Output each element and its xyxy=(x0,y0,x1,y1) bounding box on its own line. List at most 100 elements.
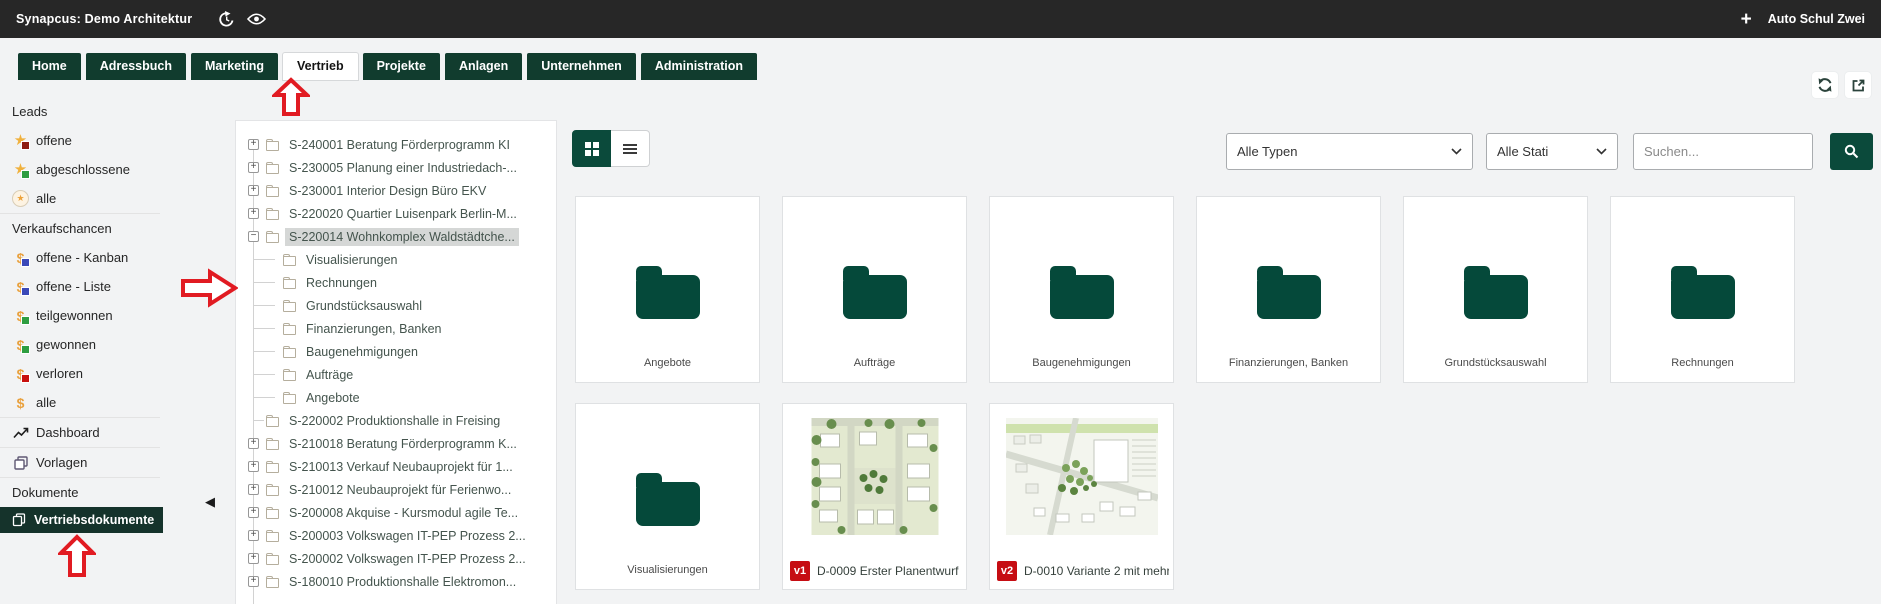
tree-expander-icon[interactable] xyxy=(248,438,259,449)
folder-tile[interactable]: Angebote xyxy=(575,196,760,383)
tree-expander-icon[interactable] xyxy=(248,185,259,196)
list-view-button[interactable] xyxy=(611,130,650,167)
folder-icon xyxy=(266,463,279,473)
sidebar-item-leads-alle[interactable]: ★ alle xyxy=(0,184,170,213)
tree-item[interactable]: Aufträge xyxy=(248,363,552,386)
chevron-down-icon xyxy=(1596,148,1607,155)
tree-expander-icon[interactable] xyxy=(248,162,259,173)
sidebar-item-offene-kanban[interactable]: $ offene - Kanban xyxy=(0,243,170,272)
tree-expander-icon[interactable] xyxy=(248,208,259,219)
tree-expander-icon[interactable] xyxy=(248,461,259,472)
tree-expander-icon[interactable] xyxy=(248,576,259,587)
nav-tab[interactable]: Projekte xyxy=(363,53,440,80)
folder-tile[interactable]: Grundstücksauswahl xyxy=(1403,196,1588,383)
dollar-icon: $ xyxy=(12,336,29,353)
eye-icon[interactable] xyxy=(247,13,266,25)
tree-expander-icon[interactable] xyxy=(248,484,259,495)
folder-tile[interactable]: Rechnungen xyxy=(1610,196,1795,383)
tree-item[interactable]: S-200003 Volkswagen IT-PEP Prozess 2... xyxy=(248,524,552,547)
sidebar-item-vertriebsdokumente[interactable]: Vertriebsdokumente xyxy=(0,507,163,533)
tree-item[interactable]: S-220014 Wohnkomplex Waldstädtche... xyxy=(248,225,552,248)
nav-tab[interactable]: Adressbuch xyxy=(86,53,186,80)
collapse-panel-icon[interactable]: ◀ xyxy=(205,494,215,510)
documents-icon xyxy=(10,512,27,529)
folder-icon xyxy=(266,440,279,450)
search-input[interactable] xyxy=(1633,133,1813,170)
tree-item-label: S-240001 Beratung Förderprogramm KI xyxy=(285,136,514,154)
sidebar-item-chancen-alle[interactable]: $ alle xyxy=(0,388,170,417)
type-filter-select[interactable]: Alle Typen xyxy=(1226,133,1473,170)
sidebar-item-vorlagen[interactable]: Vorlagen xyxy=(0,448,170,477)
project-tree: S-240001 Beratung Förderprogramm KI S-23… xyxy=(248,133,552,593)
nav-tab[interactable]: Marketing xyxy=(191,53,278,80)
nav-tab[interactable]: Home xyxy=(18,53,81,80)
folder-icon xyxy=(283,371,296,381)
tree-item[interactable]: S-210018 Beratung Förderprogramm K... xyxy=(248,432,552,455)
tree-expander-icon[interactable] xyxy=(248,231,259,242)
tree-item[interactable]: S-210013 Verkauf Neubauprojekt für 1... xyxy=(248,455,552,478)
folder-icon xyxy=(266,578,279,588)
sidebar-item-teilgewonnen[interactable]: $ teilgewonnen xyxy=(0,301,170,330)
tree-item[interactable]: S-230005 Planung einer Industriedach-... xyxy=(248,156,552,179)
tree-item[interactable]: S-200002 Volkswagen IT-PEP Prozess 2... xyxy=(248,547,552,570)
tree-item[interactable]: Visualisierungen xyxy=(248,248,552,271)
tree-expander-icon[interactable] xyxy=(248,553,259,564)
folder-tile[interactable]: Baugenehmigungen xyxy=(989,196,1174,383)
tree-expander-icon[interactable] xyxy=(248,139,259,150)
folder-icon xyxy=(843,275,907,319)
tree-item[interactable]: S-210012 Neubauprojekt für Ferienwo... xyxy=(248,478,552,501)
tree-item[interactable]: S-220002 Produktionshalle in Freising xyxy=(248,409,552,432)
tree-item[interactable]: Grundstücksauswahl xyxy=(248,294,552,317)
tree-item-label: S-200002 Volkswagen IT-PEP Prozess 2... xyxy=(285,550,530,568)
sidebar-item-dashboard[interactable]: Dashboard xyxy=(0,418,170,447)
current-user[interactable]: Auto Schul Zwei xyxy=(1768,12,1865,26)
folder-tile[interactable]: Aufträge xyxy=(782,196,967,383)
sidebar-item-leads-offene[interactable]: ★ offene xyxy=(0,126,170,155)
refresh-icon[interactable] xyxy=(1812,72,1838,98)
document-tile[interactable]: v1 D-0009 Erster Planentwurf (... xyxy=(782,403,967,590)
folder-tile-label: Finanzierungen, Banken xyxy=(1201,357,1376,369)
tree-item-label: S-220020 Quartier Luisenpark Berlin-M... xyxy=(285,205,521,223)
tree-item[interactable]: Rechnungen xyxy=(248,271,552,294)
folder-icon xyxy=(283,348,296,358)
tree-expander-icon[interactable] xyxy=(248,507,259,518)
annotation-arrow-up-vertriebsdokumente xyxy=(58,534,96,578)
annotation-arrow-up-vertrieb xyxy=(272,77,310,117)
sidebar-item-leads-abgeschlossene[interactable]: ★ abgeschlossene xyxy=(0,155,170,184)
tree-item-label: Visualisierungen xyxy=(302,251,402,269)
tree-item[interactable]: S-180010 Produktionshalle Elektromon... xyxy=(248,570,552,593)
site-plan-thumbnail xyxy=(1006,418,1158,535)
nav-tab[interactable]: Vertrieb xyxy=(283,53,358,80)
dollar-icon: $ xyxy=(12,249,29,266)
sidebar-item-offene-liste[interactable]: $ offene - Liste xyxy=(0,272,170,301)
status-filter-select[interactable]: Alle Stati xyxy=(1486,133,1618,170)
tree-expander-icon[interactable] xyxy=(248,530,259,541)
sidebar-section-verkaufschancen: Verkaufschancen xyxy=(0,214,170,243)
sidebar-item-verloren[interactable]: $ verloren xyxy=(0,359,170,388)
document-tile[interactable]: v2 D-0010 Variante 2 mit mehr... xyxy=(989,403,1174,590)
tree-item[interactable]: Angebote xyxy=(248,386,552,409)
sidebar-item-gewonnen[interactable]: $ gewonnen xyxy=(0,330,170,359)
documents-row: Visualisierungen xyxy=(575,403,1174,590)
tree-item[interactable]: Finanzierungen, Banken xyxy=(248,317,552,340)
annotation-arrow-right-tree xyxy=(180,268,238,308)
tree-item[interactable]: S-240001 Beratung Förderprogramm KI xyxy=(248,133,552,156)
folder-tile-label: Rechnungen xyxy=(1615,357,1790,369)
search-button[interactable] xyxy=(1830,133,1873,170)
history-icon[interactable] xyxy=(218,11,235,27)
tree-item[interactable]: S-230001 Interior Design Büro EKV xyxy=(248,179,552,202)
folder-tile[interactable]: Visualisierungen xyxy=(575,403,760,590)
nav-tab[interactable]: Unternehmen xyxy=(527,53,636,80)
open-external-icon[interactable] xyxy=(1845,72,1871,98)
sidebar: Leads ★ offene ★ abgeschlossene ★ alle V… xyxy=(0,97,170,533)
tree-item[interactable]: S-220020 Quartier Luisenpark Berlin-M... xyxy=(248,202,552,225)
tree-item-label: S-200008 Akquise - Kursmodul agile Te... xyxy=(285,504,522,522)
folder-tile[interactable]: Finanzierungen, Banken xyxy=(1196,196,1381,383)
plus-icon[interactable]: + xyxy=(1741,10,1752,29)
tree-item-label: S-210013 Verkauf Neubauprojekt für 1... xyxy=(285,458,517,476)
nav-tab[interactable]: Anlagen xyxy=(445,53,522,80)
nav-tab[interactable]: Administration xyxy=(641,53,757,80)
tree-item[interactable]: S-200008 Akquise - Kursmodul agile Te... xyxy=(248,501,552,524)
tree-item[interactable]: Baugenehmigungen xyxy=(248,340,552,363)
grid-view-button[interactable] xyxy=(572,130,611,167)
